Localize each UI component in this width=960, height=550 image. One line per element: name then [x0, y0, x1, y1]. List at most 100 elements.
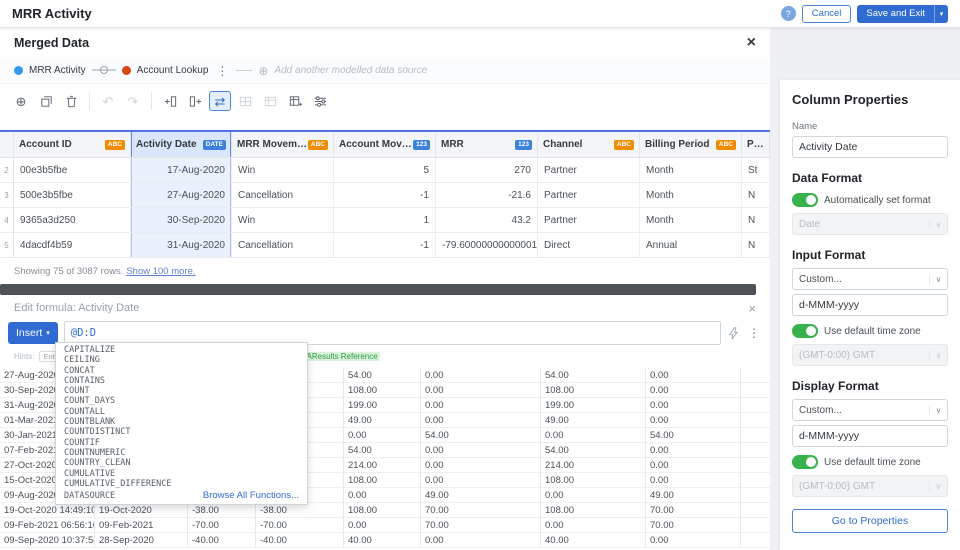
name-field[interactable]	[792, 136, 948, 158]
column-header-pr-[interactable]: Pr...	[742, 132, 770, 157]
grid-cell[interactable]: 31-Aug-2020	[131, 233, 232, 257]
result-cell: 0.00	[421, 368, 541, 382]
grid-cell[interactable]: Partner	[538, 158, 640, 182]
function-suggestion[interactable]: COUNT_DAYS	[56, 396, 307, 406]
grid-cell[interactable]: 27-Aug-2020	[131, 183, 232, 207]
input-format-field[interactable]	[792, 294, 948, 316]
grid-cell[interactable]: Partner	[538, 208, 640, 232]
formula-close-icon[interactable]: ×	[748, 302, 756, 315]
column-header-account-id[interactable]: Account IDABC	[14, 132, 131, 157]
function-suggestion[interactable]: CONTAINS	[56, 376, 307, 386]
add-circle-icon[interactable]: ⊕	[10, 91, 32, 111]
chevron-down-icon: ∨	[929, 406, 947, 415]
column-type-badge: ABC	[614, 140, 634, 150]
grid-cell[interactable]: Direct	[538, 233, 640, 257]
go-to-properties-button[interactable]: Go to Properties	[792, 509, 948, 533]
column-header-billing-period[interactable]: Billing PeriodABC	[640, 132, 742, 157]
add-table-icon[interactable]	[284, 91, 306, 111]
source-menu-icon[interactable]: ⋮	[214, 64, 230, 78]
grid-cell[interactable]: 43.2	[436, 208, 538, 232]
function-suggestion[interactable]: CUMULATIVE_DIFFERENCE	[56, 479, 307, 489]
grid-cell[interactable]: 5	[334, 158, 436, 182]
settings-sliders-icon[interactable]	[309, 91, 331, 111]
cancel-button[interactable]: Cancel	[802, 5, 852, 23]
grid-cell[interactable]: 17-Aug-2020	[131, 158, 232, 182]
function-suggestion[interactable]: COUNTBLANK	[56, 417, 307, 427]
grid-cell[interactable]: Win	[232, 208, 334, 232]
duplicate-icon[interactable]	[35, 91, 57, 111]
grid-cell[interactable]: Month	[640, 158, 742, 182]
insert-column-right-icon[interactable]	[184, 91, 206, 111]
result-row: 19-Oct-2020 14:49:1019-Oct-2020-38.00-38…	[0, 503, 770, 518]
grid-cell[interactable]: Partner	[538, 183, 640, 207]
function-suggestion[interactable]: COUNT	[56, 386, 307, 396]
function-suggestion[interactable]: COUNTNUMERIC	[56, 448, 307, 458]
add-source-icon[interactable]: ⊕	[258, 64, 268, 78]
insert-column-left-icon[interactable]	[159, 91, 181, 111]
function-suggestion[interactable]: CONCAT	[56, 366, 307, 376]
join-link-icon[interactable]	[92, 62, 116, 80]
grid-cell[interactable]: Month	[640, 208, 742, 232]
result-cell: 0.00	[421, 533, 541, 547]
grid-cell[interactable]: N	[742, 208, 770, 232]
grid-cell[interactable]: 4dacdf4b59	[14, 233, 131, 257]
grid-cell[interactable]: 270	[436, 158, 538, 182]
column-header-mrr-movement[interactable]: MRR MovementABC	[232, 132, 334, 157]
save-options-button[interactable]: ▾	[934, 5, 948, 23]
horizontal-scrollbar[interactable]	[0, 284, 756, 295]
function-suggestion[interactable]: COUNTDISTINCT	[56, 427, 307, 437]
formula-menu-icon[interactable]: ⋮	[746, 326, 762, 340]
grid-cell[interactable]: 1	[334, 208, 436, 232]
source-chip-account-lookup[interactable]: Account Lookup	[137, 65, 209, 76]
grid-cell[interactable]: Win	[232, 158, 334, 182]
function-suggestion[interactable]: CEILING	[56, 355, 307, 365]
display-timezone-toggle[interactable]	[792, 455, 818, 469]
add-source-label[interactable]: Add another modelled data source	[274, 65, 427, 76]
function-suggestion[interactable]: COUNTRY_CLEAN	[56, 458, 307, 468]
grid-cell[interactable]: N	[742, 183, 770, 207]
delete-icon[interactable]	[60, 91, 82, 111]
dropdown-footer: DATASOURCE Browse All Functions...	[56, 489, 307, 504]
function-suggestion[interactable]: DATASOURCE	[64, 491, 115, 501]
help-button[interactable]: ?	[781, 6, 796, 21]
close-icon[interactable]: ×	[747, 35, 756, 51]
function-suggestion[interactable]: CUMULATIVE	[56, 469, 307, 479]
grid-cell[interactable]: N	[742, 233, 770, 257]
grid-cell[interactable]: Cancellation	[232, 183, 334, 207]
grid-cell[interactable]: 500e3b5fbe	[14, 183, 131, 207]
source-chip-mrr-activity[interactable]: MRR Activity	[29, 65, 86, 76]
column-header-account-movem-[interactable]: Account Movem...123	[334, 132, 436, 157]
lightning-icon[interactable]	[727, 327, 740, 340]
grid-cell[interactable]: Month	[640, 183, 742, 207]
function-suggestion[interactable]: COUNTIF	[56, 438, 307, 448]
result-cell: 40.00	[344, 533, 421, 547]
grid-cell[interactable]: St	[742, 158, 770, 182]
display-format-select[interactable]: Custom... ∨	[792, 399, 948, 421]
insert-button[interactable]: Insert ▾	[8, 322, 58, 344]
result-cell: 0.00	[541, 518, 646, 532]
show-more-link[interactable]: Show 100 more.	[126, 266, 195, 277]
browse-all-functions-link[interactable]: Browse All Functions...	[203, 490, 299, 501]
grid-cell[interactable]: 9365a3d250	[14, 208, 131, 232]
column-header-channel[interactable]: ChannelABC	[538, 132, 640, 157]
grid-cell[interactable]: Cancellation	[232, 233, 334, 257]
toolbar-divider	[89, 92, 90, 110]
grid-cell[interactable]: -79.60000000000001	[436, 233, 538, 257]
column-header-mrr[interactable]: MRR123	[436, 132, 538, 157]
display-format-field[interactable]	[792, 425, 948, 447]
save-and-exit-button[interactable]: Save and Exit	[857, 5, 934, 23]
grid-cell[interactable]: Annual	[640, 233, 742, 257]
result-cell: 70.00	[646, 518, 741, 532]
grid-cell[interactable]: -21.6	[436, 183, 538, 207]
grid-cell[interactable]: 00e3b5fbe	[14, 158, 131, 182]
input-format-select[interactable]: Custom... ∨	[792, 268, 948, 290]
swap-columns-icon[interactable]: ⇄	[209, 91, 231, 111]
auto-format-toggle[interactable]	[792, 193, 818, 207]
input-timezone-toggle[interactable]	[792, 324, 818, 338]
column-header-activity-date[interactable]: Activity DateDATE	[131, 132, 232, 157]
grid-cell[interactable]: -1	[334, 183, 436, 207]
grid-cell[interactable]: -1	[334, 233, 436, 257]
function-suggestion[interactable]: CAPITALIZE	[56, 345, 307, 355]
grid-cell[interactable]: 30-Sep-2020	[131, 208, 232, 232]
function-suggestion[interactable]: COUNTALL	[56, 407, 307, 417]
